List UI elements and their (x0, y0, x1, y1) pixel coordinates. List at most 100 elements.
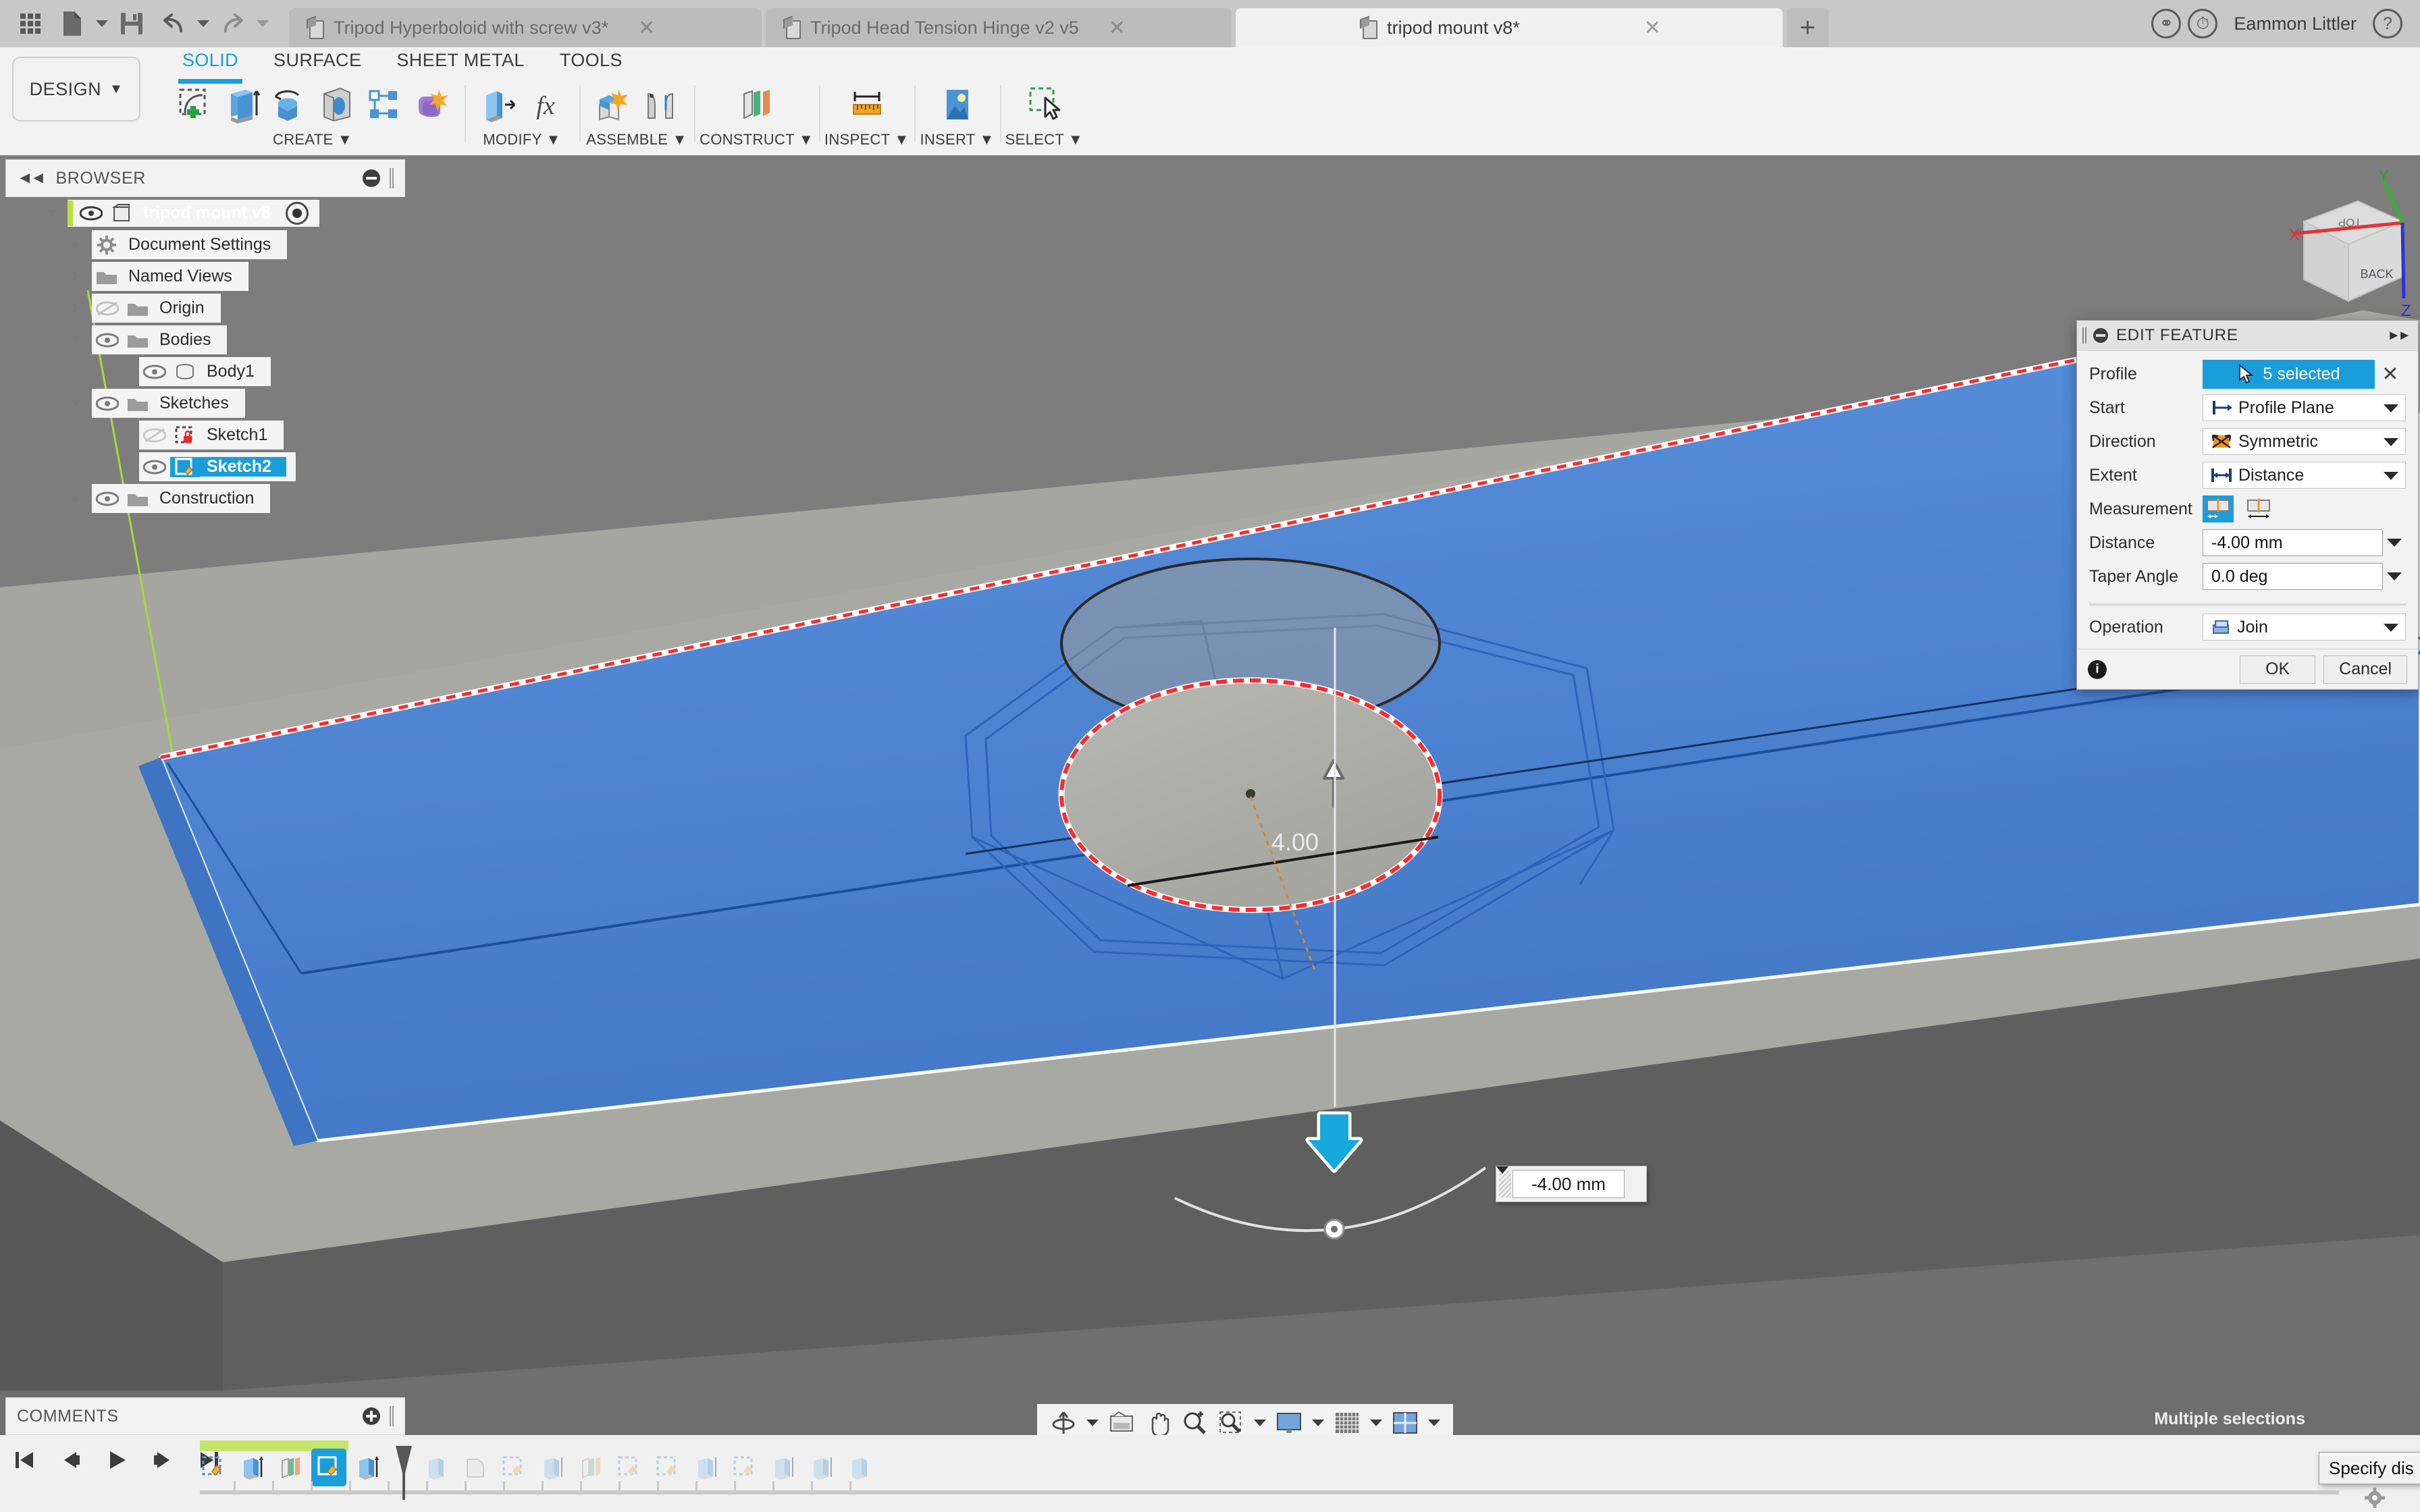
visibility-eye-icon[interactable] (92, 491, 123, 506)
redo-chevron-down-icon[interactable] (254, 3, 271, 45)
tree-item-sketches[interactable]: Sketches (5, 387, 411, 419)
panel-label-insert[interactable]: INSERT ▼ (920, 131, 994, 148)
panel-label-create[interactable]: CREATE ▼ (273, 131, 352, 148)
visibility-eye-icon[interactable] (92, 333, 123, 348)
visibility-eye-icon[interactable] (76, 206, 107, 221)
measure-icon[interactable] (845, 83, 889, 126)
panel-label-assemble[interactable]: ASSEMBLE ▼ (586, 131, 687, 148)
tree-item-sketch1[interactable]: Sketch1 (5, 419, 411, 451)
dialog-title-bar[interactable]: EDIT FEATURE ►► (2077, 321, 2418, 351)
collapse-left-icon[interactable]: ◄◄ (17, 169, 44, 188)
add-comment-icon[interactable] (363, 1407, 380, 1425)
create-sketch-icon[interactable] (173, 83, 216, 126)
document-tab-3-active[interactable]: tripod mount v8* ✕ (1236, 8, 1783, 47)
offset-plane-icon[interactable] (735, 83, 778, 126)
visibility-eye-icon[interactable] (139, 364, 170, 379)
ribbon-tab-solid[interactable]: SOLID (165, 50, 256, 80)
resize-grip-icon[interactable] (390, 1406, 394, 1426)
user-name[interactable]: Eammon Littler (2224, 14, 2366, 34)
timeline-item-extrude[interactable] (350, 1449, 385, 1486)
tree-item-document-settings[interactable]: Document Settings (5, 229, 411, 261)
ok-button[interactable]: OK (2240, 655, 2315, 684)
visibility-hidden-eye-icon[interactable] (139, 428, 170, 443)
grid-apps-icon[interactable] (9, 3, 51, 45)
chevron-down-icon[interactable] (2384, 466, 2398, 485)
new-document-tab-button[interactable]: + (1787, 8, 1829, 47)
help-icon[interactable]: ? (2373, 9, 2402, 38)
chevron-down-icon[interactable] (2384, 398, 2398, 418)
visibility-eye-icon[interactable] (139, 460, 170, 475)
chevron-down-icon[interactable] (2383, 539, 2406, 547)
timeline-item-fillet-pending[interactable] (458, 1449, 493, 1486)
job-status-icon[interactable]: ⏱ (2188, 9, 2217, 38)
timeline-item-sketch-pending[interactable] (496, 1449, 531, 1486)
insert-image-icon[interactable] (936, 83, 979, 126)
ribbon-tab-surface[interactable]: SURFACE (256, 50, 379, 80)
close-icon[interactable]: ✕ (1644, 16, 1661, 40)
timeline-item-sketch[interactable] (196, 1449, 231, 1486)
redo-icon[interactable] (212, 3, 254, 45)
save-icon[interactable] (111, 3, 153, 45)
close-icon[interactable]: ✕ (638, 16, 655, 40)
timeline-item-extrude-pending[interactable] (766, 1449, 801, 1486)
minimize-icon[interactable] (2093, 328, 2108, 343)
go-to-start-icon[interactable] (9, 1444, 41, 1476)
tree-item-origin[interactable]: Origin (5, 292, 411, 324)
timeline-item-extrude-pending[interactable] (843, 1449, 878, 1486)
expander-closed-icon[interactable] (61, 271, 92, 282)
tree-item-sketch2[interactable]: Sketch2 (5, 451, 411, 483)
panel-label-inspect[interactable]: INSPECT ▼ (824, 131, 910, 148)
drag-grip-icon[interactable] (2082, 327, 2086, 344)
taper-angle-input[interactable]: 0.0 deg (2203, 563, 2383, 590)
distance-input[interactable]: -4.00 mm (2203, 529, 2383, 556)
operation-dropdown[interactable]: Join (2203, 614, 2406, 641)
clear-selection-icon[interactable]: ✕ (2375, 362, 2406, 386)
joint-icon[interactable] (639, 83, 682, 126)
panel-label-construct[interactable]: CONSTRUCT ▼ (700, 131, 814, 148)
start-dropdown[interactable]: Profile Plane (2203, 394, 2406, 421)
pattern-icon[interactable] (362, 83, 405, 126)
edit-feature-dialog[interactable]: EDIT FEATURE ►► Profile 5 selected ✕ Sta… (2076, 320, 2419, 690)
timeline-track[interactable] (196, 1440, 2339, 1501)
timeline-playhead[interactable] (393, 1446, 415, 1503)
tree-item-construction[interactable]: Construction (5, 483, 411, 514)
chevron-down-icon[interactable] (2384, 432, 2398, 452)
expander-open-icon[interactable] (61, 336, 92, 344)
document-tab-2[interactable]: Tripod Head Tension Hinge v2 v5 ✕ (766, 8, 1232, 47)
view-cube[interactable]: TOP BACK X Y Z (2276, 169, 2420, 324)
chevron-down-icon[interactable] (2383, 572, 2406, 581)
timeline-item-sketch-pending[interactable] (612, 1449, 647, 1486)
new-component-icon[interactable] (591, 83, 635, 126)
timeline-item-plane-pending[interactable] (573, 1449, 608, 1486)
resize-grip-icon[interactable] (390, 168, 394, 188)
chevron-down-icon[interactable] (2384, 618, 2398, 637)
extrude-icon[interactable] (220, 83, 263, 126)
expander-closed-icon[interactable] (61, 240, 92, 250)
undo-icon[interactable] (153, 3, 194, 45)
manipulator-distance-value[interactable]: -4.00 mm (1512, 1170, 1625, 1198)
ribbon-tab-tools[interactable]: TOOLS (542, 50, 640, 80)
expander-open-icon[interactable] (61, 400, 92, 407)
undo-chevron-down-icon[interactable] (194, 3, 212, 45)
expand-right-icon[interactable]: ►► (2387, 328, 2409, 344)
measurement-half-length-button[interactable] (2203, 495, 2234, 522)
select-window-icon[interactable] (1022, 83, 1066, 126)
timeline-item-sketch-pending[interactable] (727, 1449, 762, 1486)
timeline-item-plane[interactable] (273, 1449, 308, 1486)
timeline-item-extrude-pending[interactable] (419, 1449, 454, 1486)
document-tab-1[interactable]: Tripod Hyperboloid with screw v3* ✕ (289, 8, 762, 47)
minimize-icon[interactable] (363, 169, 380, 187)
tree-item-bodies[interactable]: Bodies (5, 324, 411, 356)
hole-icon[interactable] (315, 83, 358, 126)
press-pull-icon[interactable] (477, 83, 520, 126)
panel-label-modify[interactable]: MODIFY ▼ (483, 131, 560, 148)
extent-dropdown[interactable]: Distance (2203, 462, 2406, 489)
direction-dropdown[interactable]: Symmetric (2203, 428, 2406, 455)
change-parameters-icon[interactable]: fx (524, 83, 567, 126)
close-icon[interactable]: ✕ (1109, 16, 1126, 40)
timeline-item-extrude[interactable] (234, 1449, 269, 1486)
step-forward-icon[interactable] (147, 1444, 178, 1476)
profile-selection-button[interactable]: 5 selected (2203, 360, 2375, 389)
info-icon[interactable]: i (2088, 660, 2107, 679)
cancel-button[interactable]: Cancel (2323, 655, 2407, 684)
